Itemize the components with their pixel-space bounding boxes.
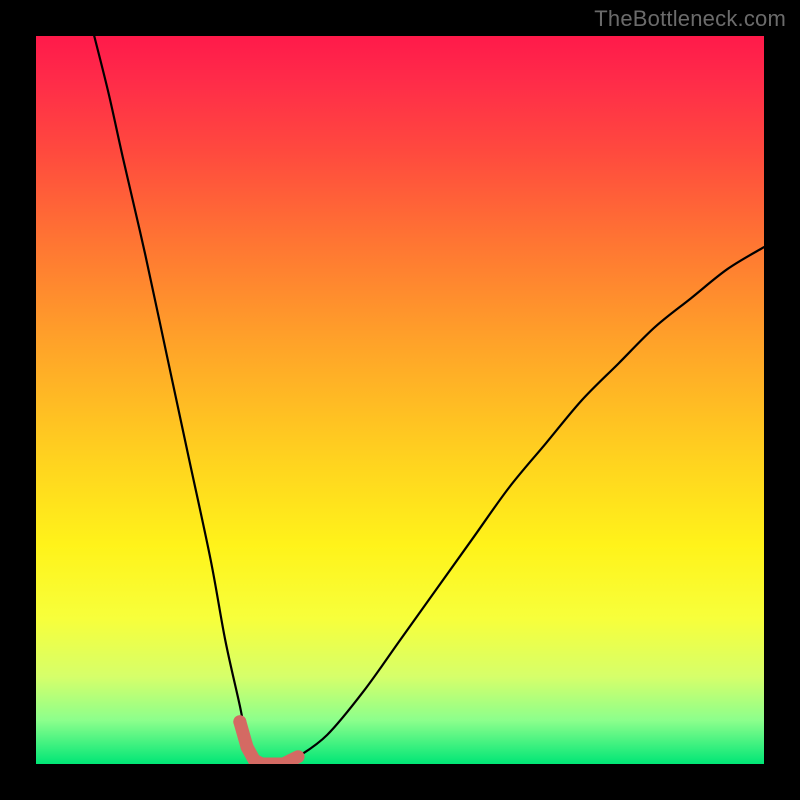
watermark-text: TheBottleneck.com xyxy=(594,6,786,32)
curve-layer xyxy=(36,36,764,764)
chart-frame: TheBottleneck.com xyxy=(0,0,800,800)
optimal-marker-dot xyxy=(233,715,246,728)
plot-area xyxy=(36,36,764,764)
optimal-range-markers xyxy=(233,715,298,764)
optimal-marker-segment xyxy=(291,757,298,761)
bottleneck-curve xyxy=(94,36,764,764)
